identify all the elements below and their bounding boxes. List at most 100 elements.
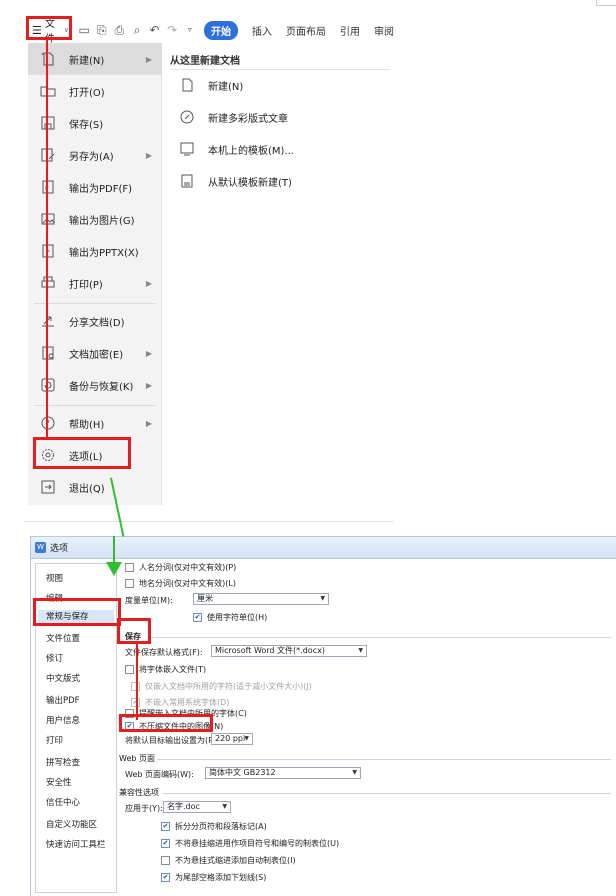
menu-item-label: 输出为PDF(F) (69, 183, 133, 195)
underline-trailing-spaces-checkbox[interactable]: ✔ 为尾部空格添加下划线(S) (161, 871, 266, 883)
undo-icon[interactable]: ↶ (148, 23, 161, 37)
top-toolbar: ☰ 文件 ∨ ▭ ⎘ ⎙ ⌕ ↶ ↷ ▿ 开始 插入 页面布局 引用 审阅 (24, 17, 394, 45)
print-preview-icon[interactable]: ⌕ (131, 23, 144, 37)
embed-used-chars-checkbox[interactable]: 仅嵌入文档中所用的字符(适于减小文件大小)(J) (131, 680, 312, 692)
help-icon: ? (39, 414, 57, 432)
tab-home[interactable]: 开始 (204, 20, 239, 40)
hanging-indent-tab-checkbox[interactable]: ✔ 不将悬挂缩进用作项目符号和编号的制表位(U) (161, 837, 339, 849)
printer-icon[interactable]: ⎙ (113, 23, 126, 37)
measure-unit-label: 度量单位(M): (125, 596, 173, 605)
export-icon[interactable]: ⎘ (95, 23, 108, 37)
menu-item-export-pdf[interactable]: P 输出为PDF(F) (28, 171, 162, 203)
checkbox-box (125, 578, 134, 588)
menu-item-new[interactable]: * 新建(N) ▶ (28, 43, 162, 75)
menu-item-label: 帮助(H) (69, 419, 105, 431)
checkbox-box (125, 562, 134, 572)
nav-item-user-info[interactable]: 用户信息 (46, 714, 80, 726)
new-document-panel: 从这里新建文档 新建(N) 新建多彩版式文章 本机上的模板(M)... 从默认模… (166, 43, 394, 505)
chevron-down-icon: ▼ (358, 647, 363, 654)
section-divider (163, 793, 611, 794)
new-blank-item[interactable]: 新建(N) (178, 73, 243, 97)
new-colorful-article-item[interactable]: 新建多彩版式文章 (178, 105, 288, 129)
tab-insert[interactable]: 插入 (252, 23, 272, 38)
nav-item-chinese-layout[interactable]: 中文版式 (46, 672, 80, 684)
local-template-icon (178, 140, 196, 158)
submenu-arrow-icon: ▶ (145, 278, 152, 288)
menu-item-label: 文档加密(E) (69, 349, 124, 361)
apply-to-label: 应用于(Y): (125, 804, 163, 813)
submenu-arrow-icon: ▶ (145, 54, 152, 64)
nav-item-print[interactable]: 打印 (46, 734, 63, 746)
exit-icon (39, 478, 57, 496)
menu-item-label: 另存为(A) (69, 151, 114, 163)
default-ppi-select[interactable]: 220 ppi ▼ (211, 733, 253, 745)
menu-item-label: 输出为PPTX(X) (69, 247, 139, 259)
checkbox-box: ✔ (161, 821, 170, 831)
nav-item-revision[interactable]: 修订 (46, 652, 63, 664)
measure-unit-select[interactable]: 厘米 ▼ (193, 593, 329, 605)
save-icon[interactable]: ▭ (78, 23, 91, 37)
customize-dropdown-icon[interactable]: ▿ (183, 23, 196, 37)
nav-item-custom-ribbon[interactable]: 自定义功能区 (46, 818, 97, 830)
tab-review[interactable]: 审阅 (374, 23, 394, 38)
menu-item-exit[interactable]: 退出(Q) (28, 471, 162, 503)
nav-item-file-location[interactable]: 文件位置 (46, 632, 80, 644)
export-pdf-icon: P (39, 178, 57, 196)
option-label: 不嵌入常用系统字体(D) (145, 697, 230, 707)
person-name-segment-checkbox[interactable]: 人名分词(仅对中文有效)(P) (125, 561, 236, 573)
highlight-box-no-compress (119, 714, 213, 732)
nav-item-spell-check[interactable]: 拼写检查 (46, 756, 80, 768)
nav-item-security[interactable]: 安全性 (46, 776, 72, 788)
web-section-title: Web 页面 (119, 754, 155, 763)
menu-item-label: 新建(N) (69, 55, 105, 67)
new-default-template-item[interactable]: 从默认模板新建(T) (178, 169, 292, 193)
split-page-break-checkbox[interactable]: ✔ 拆分分页符和段落标记(A) (161, 820, 267, 832)
char-unit-checkbox[interactable]: ✔ 使用字符单位(H) (193, 611, 267, 623)
tab-page-layout[interactable]: 页面布局 (286, 23, 326, 38)
web-encoding-select[interactable]: 简体中文 GB2312 ▼ (205, 767, 361, 779)
redo-icon[interactable]: ↷ (166, 23, 179, 37)
nav-item-quick-access-toolbar[interactable]: 快速访问工具栏 (46, 838, 106, 850)
section-divider (149, 637, 611, 638)
select-value: 厘米 (197, 594, 213, 603)
tab-references[interactable]: 引用 (340, 23, 360, 38)
menu-item-save[interactable]: 保存(S) (28, 107, 162, 139)
select-value: Microsoft Word 文件(*.docx) (215, 646, 325, 655)
highlight-box-save-section (117, 618, 151, 644)
menu-item-print[interactable]: 打印(P) ▶ (28, 267, 162, 299)
select-value: 名字.doc (167, 802, 200, 811)
new-local-template-item[interactable]: 本机上的模板(M)... (178, 137, 294, 161)
auto-tab-hanging-indent-checkbox[interactable]: 不为悬挂式缩进添加自动制表位(I) (161, 854, 296, 866)
nav-item-output-pdf[interactable]: 输出PDF (46, 694, 80, 706)
new-doc-icon: * (39, 50, 57, 68)
menu-item-encrypt[interactable]: 文档加密(E) ▶ (28, 337, 162, 369)
option-label: 不为悬挂式缩进添加自动制表位(I) (175, 855, 296, 865)
menu-item-export-image[interactable]: 输出为图片(G) (28, 203, 162, 235)
menu-item-label: 退出(Q) (69, 483, 105, 495)
option-label: 使用字符单位(H) (207, 612, 268, 622)
default-template-icon (178, 172, 196, 190)
place-name-segment-checkbox[interactable]: 地名分词(仅对中文有效)(L) (125, 577, 236, 589)
option-label: 将字体嵌入文件(T) (139, 664, 207, 674)
apply-to-select[interactable]: 名字.doc ▼ (163, 801, 231, 813)
highlight-box-options-item (33, 437, 131, 469)
menu-item-help[interactable]: ? 帮助(H) ▶ (28, 407, 162, 439)
divider (170, 69, 390, 70)
save-as-icon (39, 146, 57, 164)
default-format-select[interactable]: Microsoft Word 文件(*.docx) ▼ (211, 645, 367, 657)
nav-item-view[interactable]: 视图 (46, 572, 63, 584)
nav-item-trust-center[interactable]: 信任中心 (46, 796, 80, 808)
menu-item-share[interactable]: 分享文档(D) (28, 305, 162, 337)
checkbox-box (161, 855, 170, 865)
menu-item-open[interactable]: 打开(O) (28, 75, 162, 107)
backup-icon (39, 376, 57, 394)
menu-item-save-as[interactable]: 另存为(A) ▶ (28, 139, 162, 171)
new-item-label: 从默认模板新建(T) (208, 177, 292, 189)
menu-item-label: 打印(P) (69, 279, 103, 291)
menu-item-label: 分享文档(D) (69, 317, 125, 329)
svg-text:*: * (41, 52, 44, 59)
menu-item-backup[interactable]: 备份与恢复(K) ▶ (28, 369, 162, 401)
connector-line-red (46, 40, 48, 440)
menu-item-export-pptx[interactable]: P 输出为PPTX(X) (28, 235, 162, 267)
menu-item-label: 保存(S) (69, 119, 104, 131)
